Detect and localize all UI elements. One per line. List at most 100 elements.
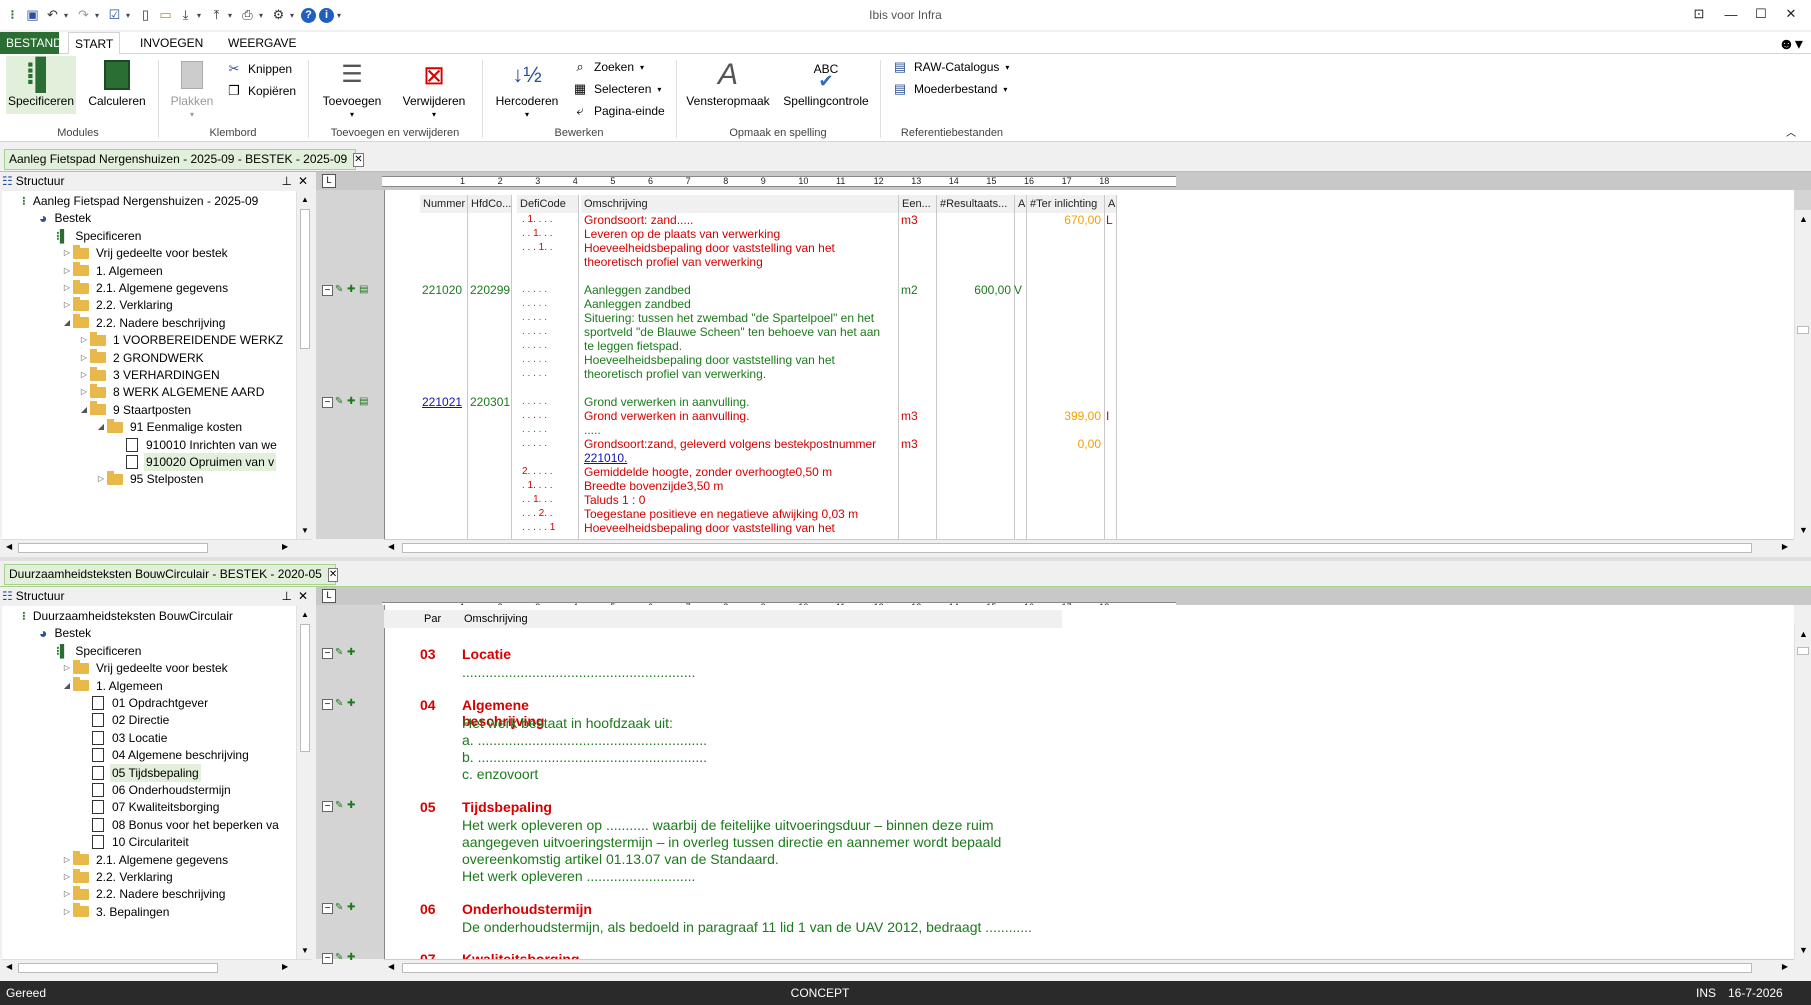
hercoderen-button[interactable]: ↓½ Hercoderen ▾ bbox=[492, 56, 562, 122]
add-icon[interactable]: ✚ bbox=[347, 800, 357, 812]
tree-node[interactable]: ▷ Vrij gedeelte voor bestek bbox=[61, 659, 230, 677]
tree-node[interactable]: 10 Circulariteit bbox=[78, 833, 191, 851]
edit-icon[interactable]: ✎ bbox=[335, 902, 345, 914]
tree-node[interactable]: 04 Algemene beschrijving bbox=[78, 746, 251, 764]
tree-node[interactable]: ▷ 95 Stelposten bbox=[95, 470, 205, 488]
collapsed-arrow-icon[interactable]: ▷ bbox=[61, 296, 73, 314]
tree-node[interactable]: 02 Directie bbox=[78, 711, 171, 729]
edit-icon[interactable]: ✎ bbox=[335, 284, 345, 296]
collapse-icon[interactable]: − bbox=[322, 647, 333, 659]
tree-node[interactable]: 910010 Inrichten van we bbox=[112, 436, 279, 454]
pagina-einde-button[interactable]: ⤶ Pagina-einde bbox=[572, 102, 664, 120]
edit-icon[interactable]: ✎ bbox=[335, 396, 345, 408]
tab-stop-icon[interactable]: L bbox=[322, 589, 336, 603]
tree-node[interactable]: ◢ 1. Algemeen bbox=[61, 677, 165, 695]
tree-node[interactable]: ▷ 2.2. Verklaring bbox=[61, 868, 175, 886]
note-icon[interactable]: ▤ bbox=[359, 396, 369, 408]
scroll-thumb[interactable] bbox=[300, 209, 310, 349]
collapse-icon[interactable]: − bbox=[322, 698, 333, 710]
tree-node[interactable]: ▷ 2 GRONDWERK bbox=[78, 349, 206, 367]
column-header[interactable]: A. bbox=[1015, 195, 1027, 213]
doc2-tab[interactable]: Duurzaamheidsteksten BouwCirculair - BES… bbox=[4, 564, 339, 585]
doc1-close-icon[interactable]: ✕ bbox=[353, 152, 364, 167]
collapsed-arrow-icon[interactable]: ▷ bbox=[95, 470, 107, 488]
add-icon[interactable]: ✚ bbox=[347, 698, 357, 710]
tree-node[interactable]: ▷ Vrij gedeelte voor bestek bbox=[61, 244, 230, 262]
collapsed-arrow-icon[interactable]: ▷ bbox=[78, 366, 90, 384]
doc1-vscroll[interactable]: ▲ ▼ bbox=[1794, 210, 1811, 539]
tree-node[interactable]: ◕ Bestek bbox=[27, 209, 93, 227]
expanded-arrow-icon[interactable]: ◢ bbox=[61, 314, 73, 332]
collapsed-arrow-icon[interactable]: ▷ bbox=[78, 331, 90, 349]
tree-node[interactable]: ⁝ Duurzaamheidsteksten BouwCirculair bbox=[10, 607, 235, 625]
zoeken-button[interactable]: ⌕ Zoeken ▾ bbox=[572, 58, 644, 76]
tree-node[interactable]: ⁝ Aanleg Fietspad Nergenshuizen - 2025-09 bbox=[10, 192, 260, 210]
maximize-button[interactable]: ☐ bbox=[1748, 4, 1774, 24]
tree-node[interactable]: 910020 Opruimen van v bbox=[112, 453, 277, 471]
edit-icon[interactable]: ✎ bbox=[335, 952, 345, 964]
column-header[interactable]: A. bbox=[1105, 195, 1117, 213]
tab-stop-icon[interactable]: L bbox=[322, 174, 336, 188]
tree-node[interactable]: ▷ 2.1. Algemene gegevens bbox=[61, 851, 230, 869]
column-header[interactable]: #Ter inlichting bbox=[1027, 195, 1105, 213]
verwijderen-button[interactable]: ⊠ Verwijderen ▾ bbox=[398, 56, 470, 122]
collapsed-arrow-icon[interactable]: ▷ bbox=[78, 349, 90, 367]
note-icon[interactable]: ▤ bbox=[359, 284, 369, 296]
edit-icon[interactable]: ✎ bbox=[335, 647, 345, 659]
tree-node[interactable]: ▷ 2.2. Nadere beschrijving bbox=[61, 885, 227, 903]
toevoegen-button[interactable]: ☰ Toevoegen ▾ bbox=[318, 56, 386, 122]
close-button[interactable]: ✕ bbox=[1778, 4, 1804, 24]
calculeren-button[interactable]: Calculeren bbox=[82, 56, 152, 108]
add-icon[interactable]: ✚ bbox=[347, 902, 357, 914]
add-icon[interactable]: ✚ bbox=[347, 396, 357, 408]
doc1-tree-hscroll[interactable]: ◀ ▶ bbox=[2, 539, 312, 555]
collapse-icon[interactable]: − bbox=[322, 952, 333, 964]
tab-start[interactable]: START bbox=[68, 32, 121, 55]
tree-node[interactable]: ◢ 2.2. Nadere beschrijving bbox=[61, 314, 227, 332]
tree-node[interactable]: 01 Opdrachtgever bbox=[78, 694, 210, 712]
collapsed-arrow-icon[interactable]: ▷ bbox=[61, 885, 73, 903]
tree-node[interactable]: 05 Tijdsbepaling bbox=[78, 763, 201, 782]
collapsed-arrow-icon[interactable]: ▷ bbox=[61, 868, 73, 886]
collapse-icon[interactable]: − bbox=[322, 284, 333, 296]
vensteropmaak-button[interactable]: A Vensteropmaak bbox=[684, 56, 772, 109]
tree-node[interactable]: ▷ 3. Bepalingen bbox=[61, 903, 171, 921]
tree-node[interactable]: 07 Kwaliteitsborging bbox=[78, 798, 221, 816]
collapse-icon[interactable]: − bbox=[322, 396, 333, 408]
collapsed-arrow-icon[interactable]: ▷ bbox=[61, 244, 73, 262]
expanded-arrow-icon[interactable]: ◢ bbox=[78, 401, 90, 419]
doc2-tree-hscroll[interactable]: ◀ ▶ bbox=[2, 959, 312, 975]
doc2-hscroll[interactable]: ◀ ▶ bbox=[384, 959, 1794, 975]
collapsed-arrow-icon[interactable]: ▷ bbox=[78, 383, 90, 401]
tree-node[interactable]: ◢ 91 Eenmalige kosten bbox=[95, 418, 244, 436]
collapsed-arrow-icon[interactable]: ▷ bbox=[61, 659, 73, 677]
scroll-thumb[interactable] bbox=[1797, 326, 1809, 334]
collapsed-arrow-icon[interactable]: ▷ bbox=[61, 279, 73, 297]
add-icon[interactable]: ✚ bbox=[347, 647, 357, 659]
collapsed-arrow-icon[interactable]: ▷ bbox=[61, 903, 73, 921]
tree-node[interactable]: ◢ 9 Staartposten bbox=[78, 401, 193, 419]
tree-node[interactable]: ▷ 3 VERHARDINGEN bbox=[78, 366, 222, 384]
row-nummer[interactable]: 221020 bbox=[422, 284, 462, 296]
knippen-button[interactable]: ✂ Knippen bbox=[226, 60, 293, 78]
raw-catalogus-button[interactable]: ▤ RAW-Catalogus ▾ bbox=[892, 58, 1010, 76]
tree-node[interactable]: ▷ 1 VOORBEREIDENDE WERKZ bbox=[78, 331, 285, 349]
tree-node[interactable]: ▷ 2.2. Verklaring bbox=[61, 296, 175, 314]
add-icon[interactable]: ✚ bbox=[347, 952, 357, 964]
doc1-hscroll[interactable]: ◀ ▶ bbox=[384, 539, 1794, 555]
column-header[interactable]: Een... bbox=[899, 195, 937, 213]
tree-node[interactable]: ▷ 2.1. Algemene gegevens bbox=[61, 279, 230, 297]
column-header[interactable]: HfdCo... bbox=[468, 195, 512, 213]
expanded-arrow-icon[interactable]: ◢ bbox=[61, 677, 73, 695]
add-icon[interactable]: ✚ bbox=[347, 284, 357, 296]
moederbestand-button[interactable]: ▤ Moederbestand ▾ bbox=[892, 80, 1008, 98]
collapse-icon[interactable]: − bbox=[322, 800, 333, 812]
column-header[interactable]: #Resultaats... bbox=[937, 195, 1015, 213]
collapsed-arrow-icon[interactable]: ▷ bbox=[61, 262, 73, 280]
column-header[interactable]: Omschrijving bbox=[581, 195, 899, 213]
tab-bestand[interactable]: BESTAND bbox=[0, 32, 62, 54]
tab-weergave[interactable]: WEERGAVE bbox=[222, 32, 302, 54]
restore-ribbon-icon[interactable]: ⊡ bbox=[1686, 4, 1712, 24]
collapsed-arrow-icon[interactable]: ▷ bbox=[61, 851, 73, 869]
doc2-vscroll[interactable]: ▲ ▼ bbox=[1794, 625, 1811, 959]
